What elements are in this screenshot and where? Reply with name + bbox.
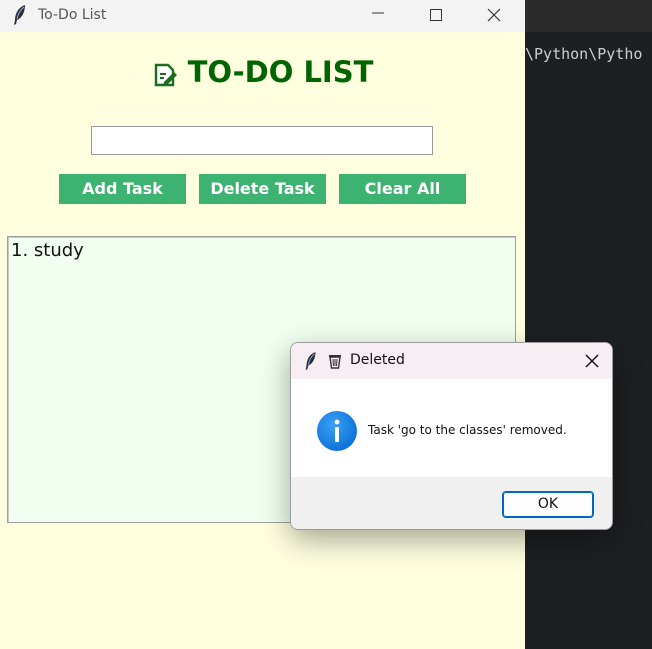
close-window-button[interactable] [471,0,517,30]
dialog-message: Task 'go to the classes' removed. [368,423,567,437]
add-task-button[interactable]: Add Task [59,174,186,204]
dialog-title: Deleted [350,352,405,368]
background-terminal: \Python\Pytho [525,0,652,649]
feather-icon [305,352,316,370]
list-item[interactable]: 1. study [11,240,84,261]
task-input[interactable] [91,126,433,155]
feather-icon [14,5,25,25]
dialog-titlebar[interactable]: Deleted [291,343,612,379]
window-titlebar[interactable]: To-Do List [0,0,525,32]
memo-icon [154,63,177,87]
wastebasket-icon [329,355,341,369]
window-title: To-Do List [38,7,107,23]
terminal-tab-strip [525,0,652,32]
delete-task-button[interactable]: Delete Task [199,174,326,204]
minimize-icon [372,12,384,14]
page-title: TO-DO LIST [0,55,525,89]
dialog-footer: OK [291,477,612,529]
deleted-dialog: Deleted Task 'go to the classes' removed… [290,342,613,530]
close-icon [487,8,501,22]
todo-window: To-Do List TO-DO LIST Add Task Delete Ta… [0,0,525,649]
terminal-path-text: \Python\Pytho [525,45,643,63]
ok-button[interactable]: OK [502,491,594,518]
close-icon [585,354,599,368]
page-title-text: TO-DO LIST [187,55,374,89]
maximize-button[interactable] [413,0,459,30]
dialog-close-button[interactable] [578,347,606,375]
maximize-icon [430,9,442,21]
minimize-button[interactable] [355,0,401,30]
info-icon [317,411,357,451]
clear-all-button[interactable]: Clear All [339,174,466,204]
